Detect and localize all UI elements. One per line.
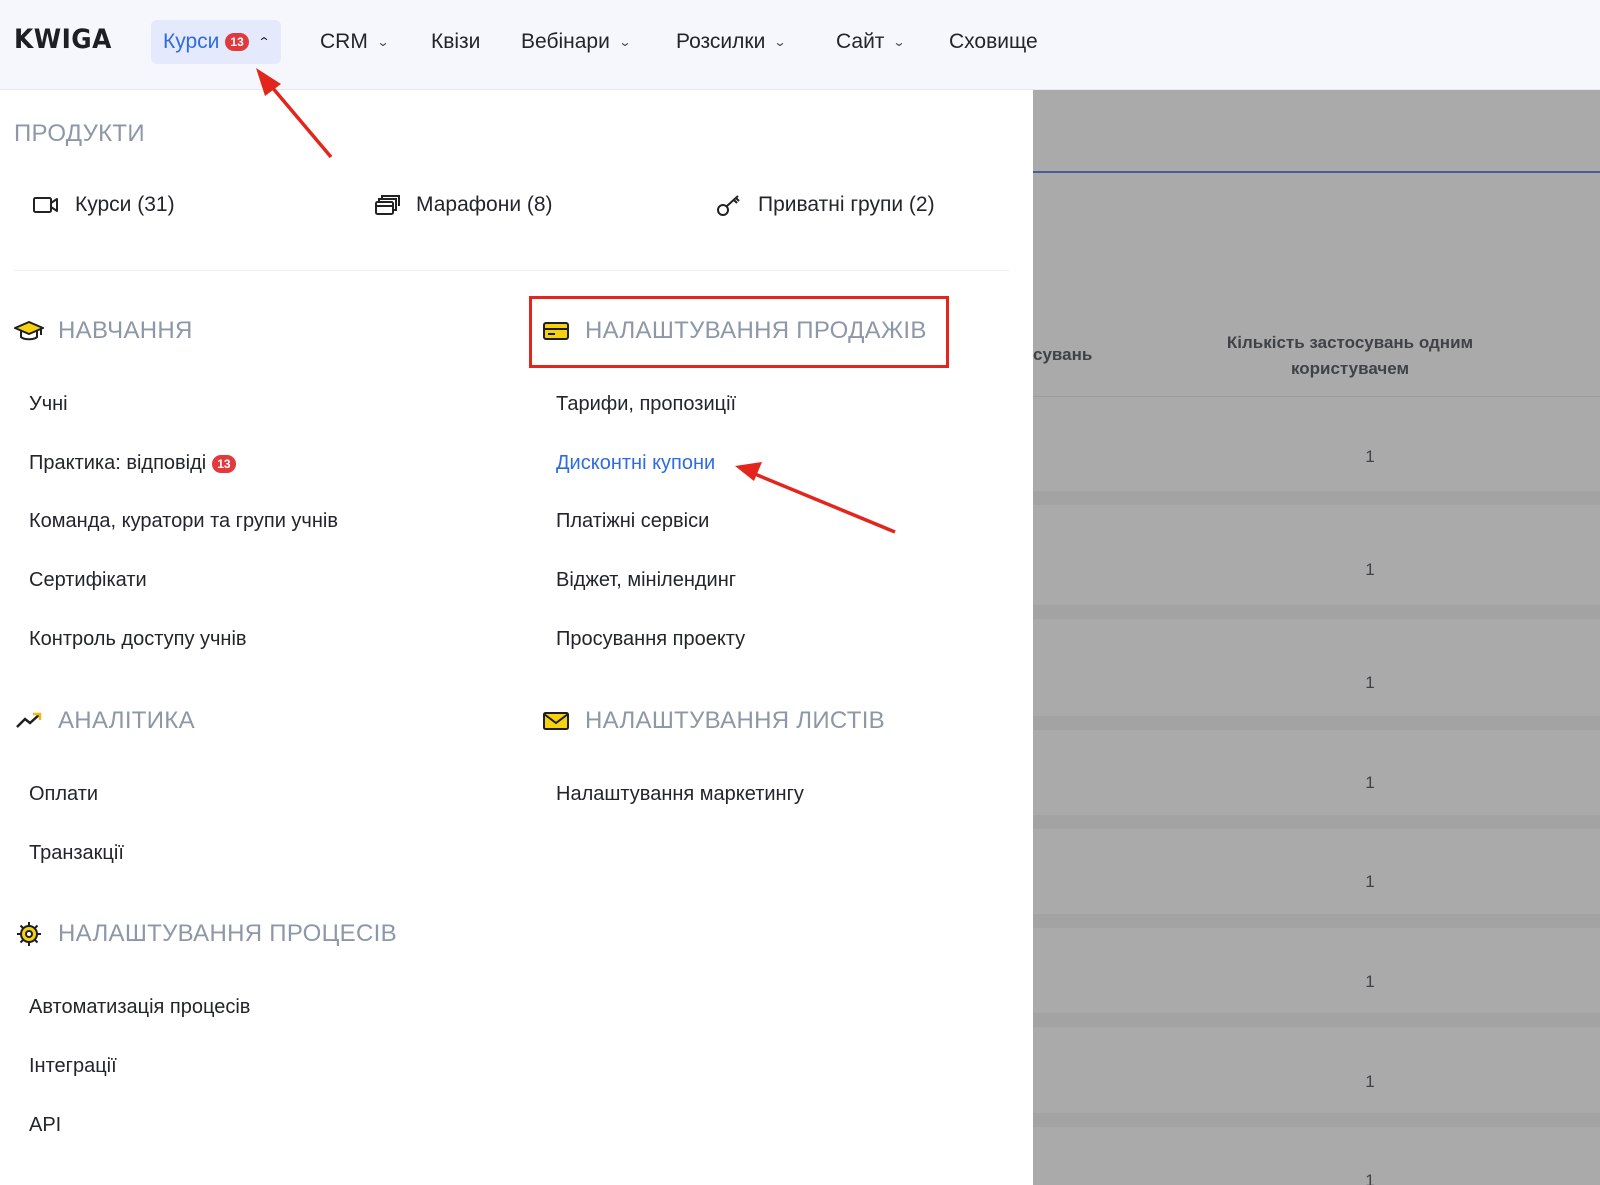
link-practice-answers-label: Практика: відповіді bbox=[29, 452, 207, 474]
kwiga-logo[interactable]: KWIGA bbox=[14, 24, 112, 55]
top-navigation: KWIGA Курси 13 ⌃ CRM ⌄ Квізи Вебінари ⌄ … bbox=[0, 0, 1600, 90]
nav-webinars[interactable]: Вебінари ⌄ bbox=[521, 20, 632, 64]
product-courses-link[interactable]: Курси (31) bbox=[33, 193, 175, 217]
product-marathons-link[interactable]: Марафони (8) bbox=[374, 193, 553, 217]
chevron-up-icon: ⌃ bbox=[257, 35, 271, 49]
column-header-partial: сувань bbox=[1033, 345, 1093, 364]
cards-stack-icon bbox=[375, 195, 400, 215]
link-tariffs[interactable]: Тарифи, пропозиції bbox=[556, 393, 736, 416]
table-row-separator bbox=[1033, 491, 1600, 505]
nav-site-label: Сайт bbox=[836, 30, 885, 53]
analytics-heading: АНАЛІТИКА bbox=[14, 707, 195, 735]
product-courses-label: Курси (31) bbox=[75, 193, 175, 216]
analytics-heading-label: АНАЛІТИКА bbox=[58, 707, 195, 734]
table-row-separator bbox=[1033, 815, 1600, 829]
gear-icon bbox=[14, 921, 44, 947]
nav-courses-label: Курси bbox=[163, 30, 220, 53]
chevron-down-icon: ⌄ bbox=[618, 35, 632, 49]
learning-heading: НАВЧАННЯ bbox=[14, 317, 193, 345]
table-cell: 1 bbox=[1365, 773, 1375, 792]
nav-webinars-label: Вебінари bbox=[521, 30, 610, 53]
practice-badge: 13 bbox=[212, 454, 236, 473]
nav-crm-label: CRM bbox=[320, 30, 368, 53]
table-cell: 1 bbox=[1365, 673, 1375, 692]
link-students[interactable]: Учні bbox=[29, 393, 68, 416]
table-row-separator bbox=[1033, 1013, 1600, 1027]
nav-quizzes[interactable]: Квізи bbox=[431, 20, 480, 64]
chevron-down-icon: ⌄ bbox=[376, 35, 390, 49]
link-payment-services[interactable]: Платіжні сервіси bbox=[556, 510, 709, 533]
table-cell: 1 bbox=[1365, 447, 1375, 466]
link-access-control[interactable]: Контроль доступу учнів bbox=[29, 628, 247, 651]
key-icon bbox=[717, 195, 740, 216]
product-private-groups-link[interactable]: Приватні групи (2) bbox=[716, 193, 935, 217]
letters-settings-heading: НАЛАШТУВАННЯ ЛИСТІВ bbox=[541, 707, 885, 735]
table-row-separator bbox=[1033, 1113, 1600, 1127]
tab-underline bbox=[1033, 171, 1600, 173]
chevron-down-icon: ⌄ bbox=[892, 35, 907, 49]
column-header-per-user: Кількість застосувань одним користувачем bbox=[1226, 333, 1474, 378]
link-practice-answers[interactable]: Практика: відповіді 13 bbox=[29, 452, 236, 475]
products-heading-label: ПРОДУКТИ bbox=[14, 120, 145, 147]
link-marketing-settings[interactable]: Налаштування маркетингу bbox=[556, 783, 804, 806]
table-cell: 1 bbox=[1365, 972, 1375, 991]
link-promotion[interactable]: Просування проекту bbox=[556, 628, 745, 651]
chevron-down-icon: ⌄ bbox=[773, 35, 787, 49]
nav-storage-label: Сховище bbox=[949, 30, 1038, 53]
link-certificates[interactable]: Сертифікати bbox=[29, 569, 147, 592]
table-cell: 1 bbox=[1365, 1072, 1375, 1091]
nav-quizzes-label: Квізи bbox=[431, 30, 481, 53]
table-cell: 1 bbox=[1365, 872, 1375, 891]
dimmed-page-overlay[interactable]: сувань Кількість застосувань одним корис… bbox=[1033, 90, 1600, 1185]
nav-courses[interactable]: Курси 13 ⌃ bbox=[151, 20, 281, 64]
link-discount-coupons[interactable]: Дисконтні купони bbox=[556, 452, 715, 475]
letters-settings-heading-label: НАЛАШТУВАННЯ ЛИСТІВ bbox=[585, 707, 885, 734]
product-marathons-label: Марафони (8) bbox=[416, 193, 553, 216]
video-camera-icon bbox=[33, 197, 58, 213]
link-automation[interactable]: Автоматизація процесів bbox=[29, 996, 250, 1019]
envelope-icon bbox=[541, 708, 571, 734]
nav-site[interactable]: Сайт ⌄ bbox=[836, 20, 907, 64]
products-heading: ПРОДУКТИ bbox=[14, 120, 145, 148]
table-cell: 1 bbox=[1365, 1171, 1375, 1185]
link-team[interactable]: Команда, куратори та групи учнів bbox=[29, 510, 338, 533]
products-divider bbox=[14, 270, 1009, 271]
nav-mailings-label: Розсилки bbox=[676, 30, 766, 53]
link-widget[interactable]: Віджет, мінілендинг bbox=[556, 569, 736, 592]
nav-crm[interactable]: CRM ⌄ bbox=[320, 20, 390, 64]
nav-storage[interactable]: Сховище bbox=[949, 20, 1038, 64]
nav-courses-badge: 13 bbox=[225, 33, 249, 51]
table-header-divider bbox=[1033, 396, 1600, 397]
graduation-cap-icon bbox=[14, 318, 44, 344]
table-cell: 1 bbox=[1365, 560, 1375, 579]
table-row-separator bbox=[1033, 716, 1600, 730]
learning-heading-label: НАВЧАННЯ bbox=[58, 317, 193, 344]
table-row-separator bbox=[1033, 914, 1600, 928]
link-transactions[interactable]: Транзакції bbox=[29, 842, 124, 865]
processes-settings-heading: НАЛАШТУВАННЯ ПРОЦЕСІВ bbox=[14, 920, 397, 948]
highlight-box-sales-settings bbox=[529, 296, 949, 368]
product-private-groups-label: Приватні групи (2) bbox=[758, 193, 935, 216]
link-api[interactable]: API bbox=[29, 1114, 61, 1137]
nav-mailings[interactable]: Розсилки ⌄ bbox=[676, 20, 787, 64]
link-payments[interactable]: Оплати bbox=[29, 783, 98, 806]
trending-up-icon bbox=[14, 708, 44, 734]
link-integrations[interactable]: Інтеграції bbox=[29, 1055, 117, 1078]
processes-settings-heading-label: НАЛАШТУВАННЯ ПРОЦЕСІВ bbox=[58, 920, 397, 947]
table-row-separator bbox=[1033, 605, 1600, 619]
